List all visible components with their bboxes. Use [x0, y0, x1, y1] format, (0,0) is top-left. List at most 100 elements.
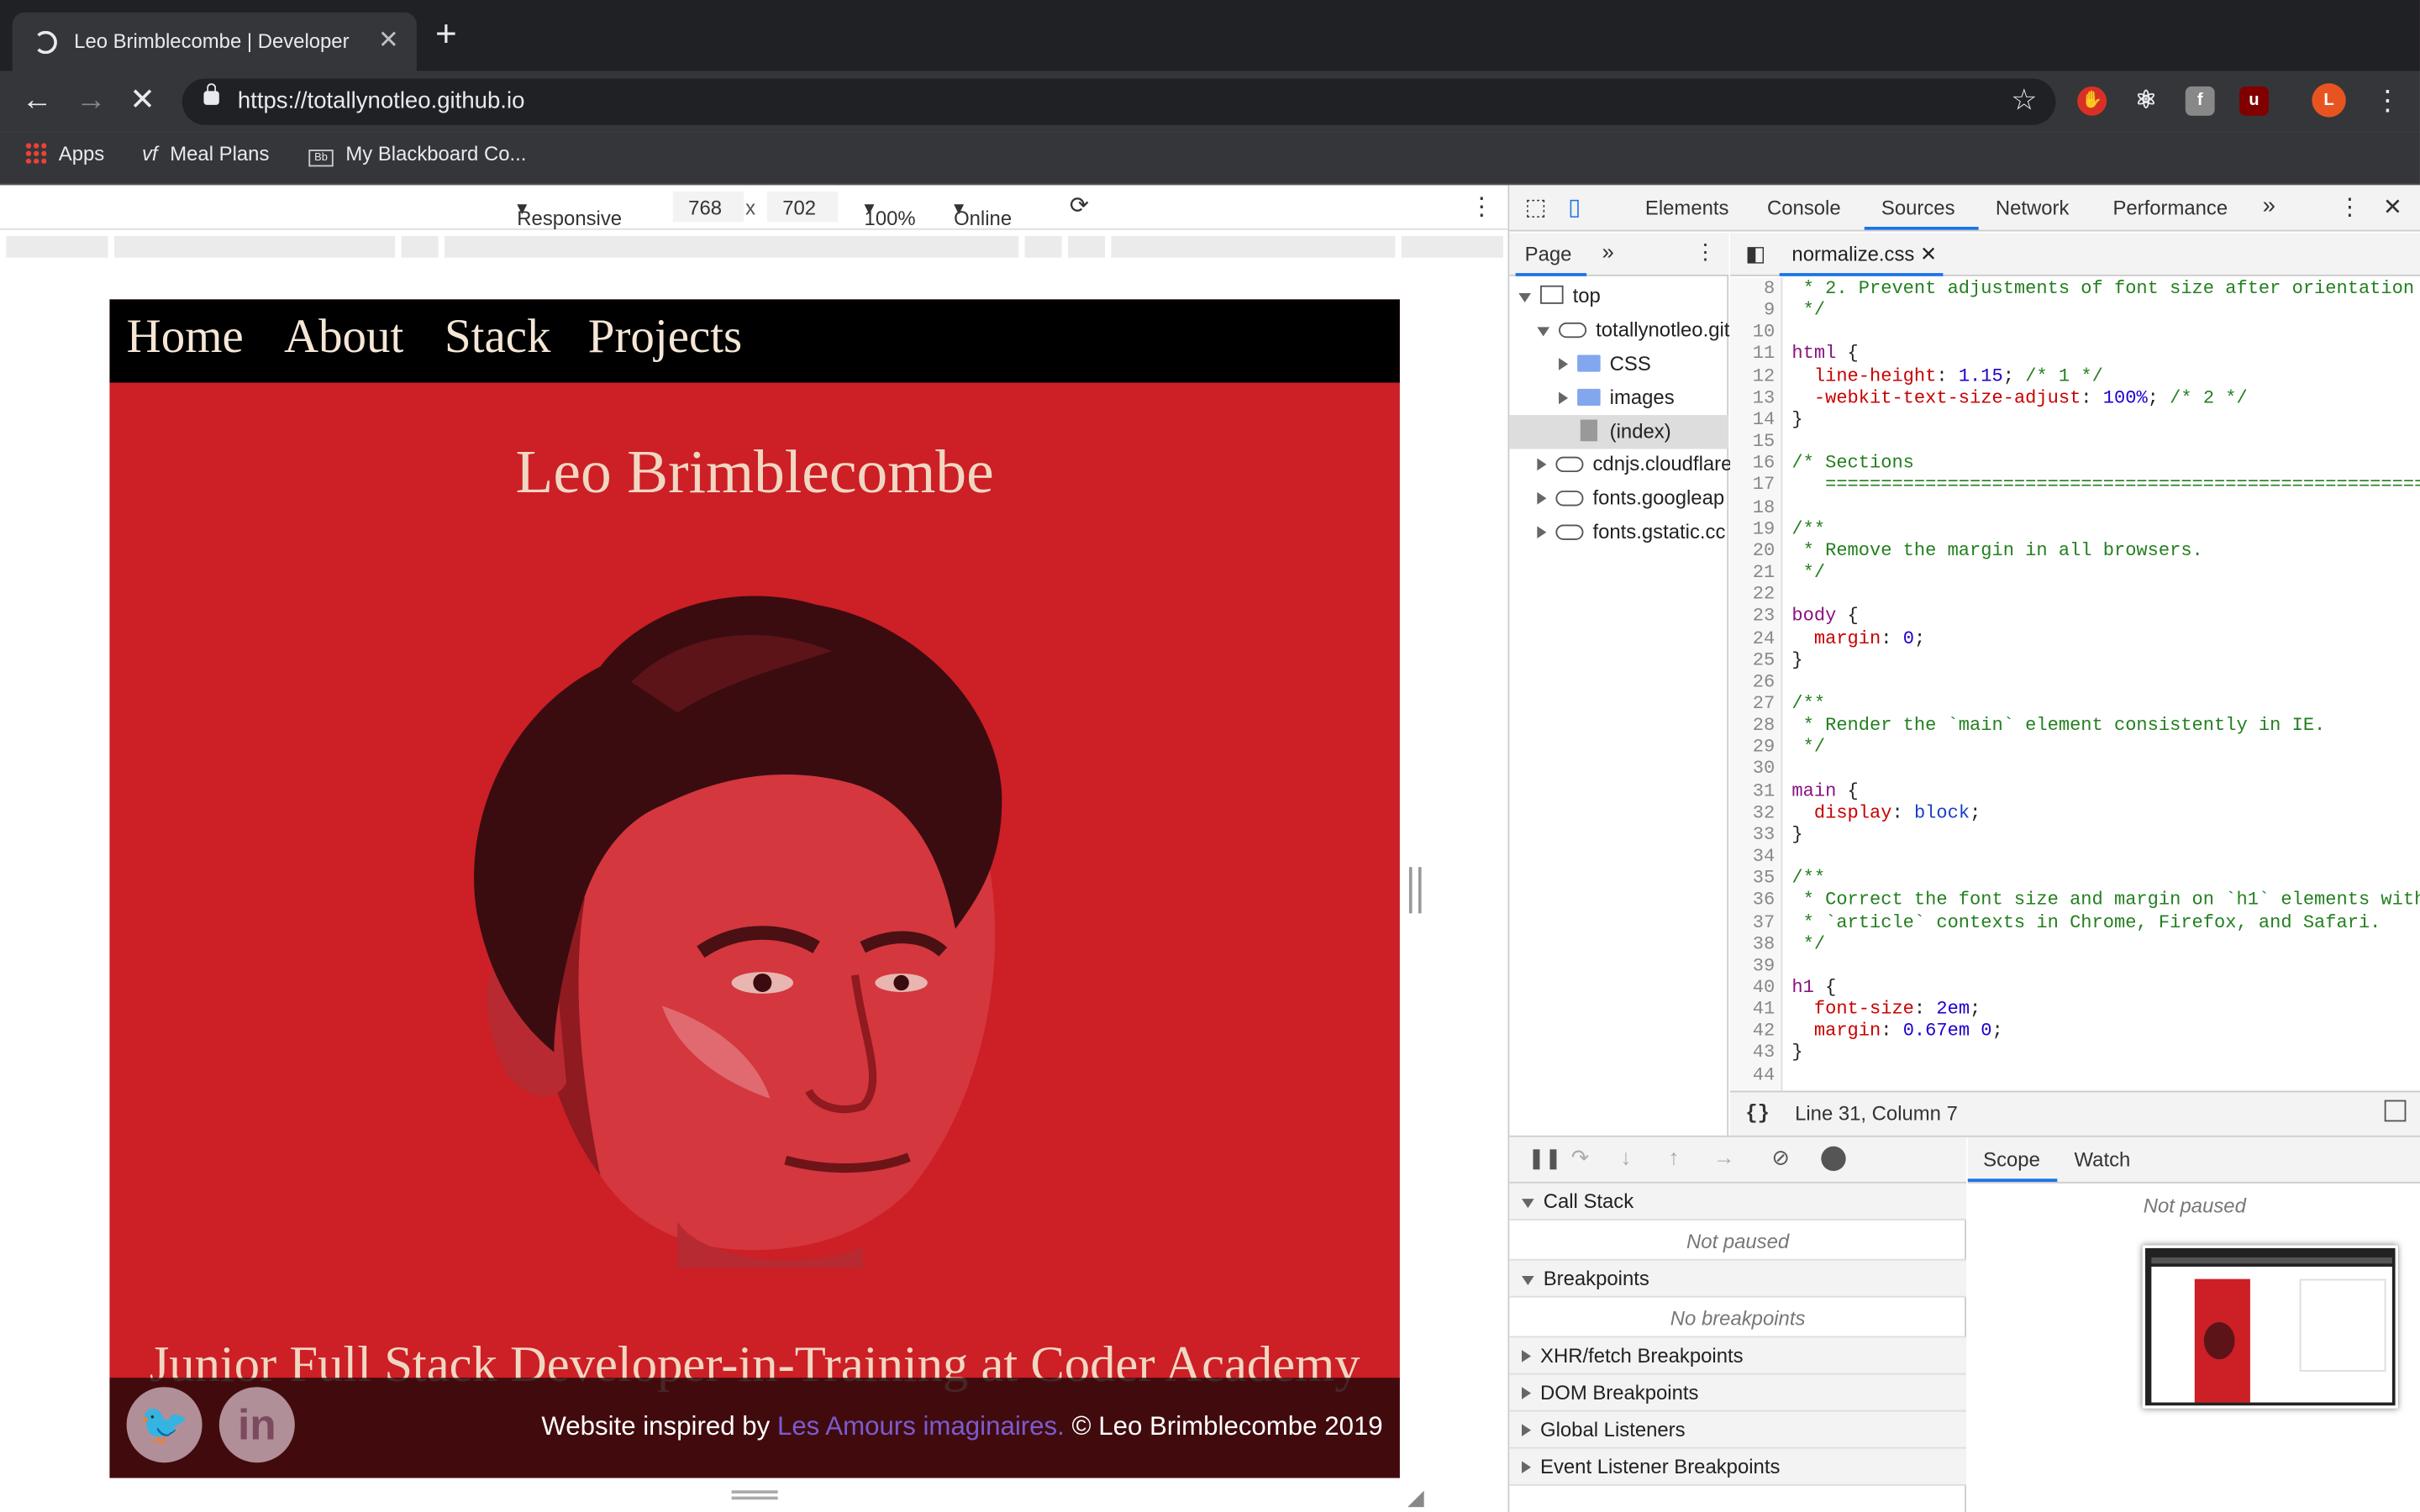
event-listener-breakpoints-header[interactable]: Event Listener Breakpoints — [1509, 1448, 1966, 1486]
inspect-element-icon[interactable]: ⬚ — [1525, 193, 1547, 220]
tab-title: Leo Brimblecombe | Developer — [74, 29, 350, 53]
viewport-bottom-handle[interactable] — [731, 1490, 778, 1500]
pretty-print-icon[interactable]: {} — [1745, 1101, 1770, 1125]
dimension-separator: x — [745, 196, 756, 219]
tab-network[interactable]: Network — [1996, 196, 2070, 219]
scope-empty: Not paused — [2143, 1194, 2246, 1218]
line-numbers: 8 9 10 11 12 13 14 15 16 17 18 19 20 21 22 23 24 25 26 27 28… — [1729, 277, 1783, 1091]
tree-label: top — [1572, 283, 1601, 307]
tab-console[interactable]: Console — [1767, 196, 1841, 219]
tab-page[interactable]: Page — [1525, 242, 1572, 265]
linkedin-icon[interactable]: in — [218, 1387, 295, 1463]
zoom-select[interactable]: 100% ▾ — [865, 196, 916, 229]
devtools-panel: ⬚ ▯ Elements Console Sources Network Per… — [1507, 185, 2420, 1512]
network-throttle-select[interactable]: Online ▾ — [954, 196, 1012, 229]
device-mode-select[interactable]: Responsive ▾ — [517, 196, 622, 229]
bookmark-star-icon[interactable]: ☆ — [2011, 83, 2037, 118]
step-over-icon[interactable]: ↷ — [1571, 1145, 1590, 1171]
global-listeners-header[interactable]: Global Listeners — [1509, 1411, 1966, 1449]
tree-gstatic[interactable]: fonts.gstatic.cc — [1537, 520, 1725, 543]
close-tab-icon[interactable]: ✕ — [378, 24, 399, 55]
pause-on-exceptions-icon[interactable] — [1821, 1146, 1846, 1172]
apps-grid-icon — [24, 141, 47, 164]
breakpoints-header[interactable]: Breakpoints — [1509, 1260, 1966, 1298]
debugger-pane: ❚❚ ↷ ↓ ↑ → ⊘ Call Stack Not paused Break… — [1509, 1135, 2420, 1512]
bookmark-label: My Blackboard Co... — [345, 141, 527, 165]
bookmark-blackboard[interactable]: Bb My Blackboard Co... — [308, 141, 527, 167]
media-query-ruler[interactable] — [0, 231, 1508, 263]
tree-css-folder[interactable]: CSS — [1559, 352, 1651, 375]
tree-index-file[interactable]: (index) — [1509, 415, 1729, 449]
credit-link[interactable]: Les Amours imaginaires. — [777, 1412, 1065, 1441]
rotate-icon[interactable]: ⟳ — [1070, 192, 1089, 219]
devtools-menu-icon[interactable]: ⋮ — [2338, 193, 2362, 220]
height-input[interactable]: 702 — [766, 191, 839, 223]
nav-projects-link[interactable]: Projects — [588, 308, 742, 364]
code-area[interactable]: 8 9 10 11 12 13 14 15 16 17 18 19 20 21 22 23 24 25 26 27 28… — [1729, 277, 2420, 1091]
tab-watch[interactable]: Watch — [2075, 1148, 2131, 1172]
menu-kebab-icon[interactable]: ⋮ — [2374, 83, 2402, 117]
toggle-navigator-icon[interactable]: ◧ — [1745, 241, 1765, 267]
bookmark-apps[interactable]: Apps — [24, 141, 105, 165]
profile-avatar[interactable]: L — [2312, 83, 2346, 118]
section-label: Call Stack — [1543, 1189, 1634, 1213]
tree-origin[interactable]: totallynotleo.git — [1537, 318, 1729, 341]
browser-tab[interactable]: Leo Brimblecombe | Developer ✕ — [12, 12, 417, 71]
ublock-icon[interactable]: u — [2239, 86, 2269, 116]
close-file-icon[interactable]: ✕ — [1920, 242, 1937, 265]
deactivate-breakpoints-icon[interactable]: ⊘ — [1772, 1145, 1791, 1171]
bookmark-label: Apps — [58, 141, 105, 165]
close-devtools-icon[interactable]: ✕ — [2383, 193, 2402, 220]
xhr-breakpoints-header[interactable]: XHR/fetch Breakpoints — [1509, 1337, 1966, 1375]
react-devtools-icon[interactable]: ⚛ — [2131, 87, 2160, 116]
coverage-icon[interactable] — [2384, 1100, 2407, 1122]
stop-icon[interactable]: ✕ — [129, 83, 155, 117]
call-stack-empty: Not paused — [1509, 1221, 1966, 1261]
tab-sources[interactable]: Sources — [1881, 196, 1955, 219]
vf-icon: vf — [141, 141, 158, 165]
navigator-menu-icon[interactable]: ⋮ — [1695, 239, 1717, 265]
new-tab-icon[interactable]: + — [435, 16, 457, 54]
tree-googleapis[interactable]: fonts.googleap — [1537, 486, 1724, 509]
tab-strip: Leo Brimblecombe | Developer ✕ + — [0, 0, 2420, 71]
address-bar[interactable]: https://totallynotleo.github.io ☆ — [182, 78, 2056, 125]
more-tabs-icon[interactable]: » — [2263, 193, 2275, 219]
site-navbar: Home About Stack Projects — [109, 299, 1400, 383]
tab-elements[interactable]: Elements — [1645, 196, 1729, 219]
file-icon — [1580, 419, 1597, 442]
nav-stack-link[interactable]: Stack — [445, 308, 551, 364]
code-editor: ◧ normalize.css ✕ 8 9 10 11 12 13 14 15 16 17 18 19… — [1729, 233, 2420, 1136]
device-toggle-icon[interactable]: ▯ — [1568, 193, 1581, 220]
more-navigator-icon[interactable]: » — [1602, 239, 1613, 264]
nav-home-link[interactable]: Home — [127, 308, 244, 364]
viewport-resize-handle[interactable] — [1408, 867, 1422, 914]
step-icon[interactable]: → — [1713, 1145, 1735, 1169]
facebook-extension-icon[interactable]: f — [2185, 86, 2215, 116]
step-into-icon[interactable]: ↓ — [1621, 1145, 1632, 1169]
adblock-extension-icon[interactable]: ✋ — [2077, 86, 2107, 116]
device-menu-kebab-icon[interactable]: ⋮ — [1470, 192, 1494, 223]
width-input[interactable]: 768 — [672, 191, 744, 223]
portrait-image — [474, 596, 1002, 1268]
twitter-icon[interactable]: 🐦 — [126, 1387, 203, 1463]
call-stack-header[interactable]: Call Stack — [1509, 1183, 1966, 1221]
url-text[interactable]: https://totallynotleo.github.io — [238, 88, 525, 114]
tab-scope[interactable]: Scope — [1983, 1148, 2040, 1172]
tree-cdnjs[interactable]: cdnjs.cloudflare — [1537, 452, 1732, 475]
dom-breakpoints-header[interactable]: DOM Breakpoints — [1509, 1374, 1966, 1412]
tree-images-folder[interactable]: images — [1559, 386, 1675, 409]
editor-statusbar: {} Line 31, Column 7 — [1729, 1090, 2420, 1136]
corner-resize-icon[interactable]: ◢ — [1407, 1484, 1424, 1510]
nav-about-link[interactable]: About — [284, 308, 403, 364]
site-heading: Leo Brimblecombe — [515, 436, 994, 507]
bookmark-meal-plans[interactable]: vf Meal Plans — [142, 142, 269, 165]
editor-tab-normalize[interactable]: normalize.css ✕ — [1791, 242, 1937, 266]
back-icon[interactable]: ← — [22, 83, 53, 117]
step-out-icon[interactable]: ↑ — [1668, 1145, 1679, 1169]
screenshot-thumbnail[interactable] — [2142, 1245, 2399, 1409]
tab-performance[interactable]: Performance — [2112, 196, 2228, 219]
forward-icon[interactable]: → — [76, 83, 107, 117]
device-mode-label: Responsive — [517, 207, 623, 230]
pause-icon[interactable]: ❚❚ — [1528, 1147, 1561, 1171]
tree-top[interactable]: top — [1518, 283, 1601, 307]
